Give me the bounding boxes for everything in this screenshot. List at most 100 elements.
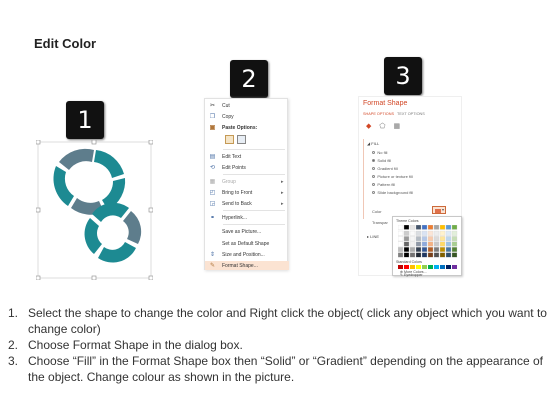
- theme-color-swatch[interactable]: [409, 252, 416, 258]
- paste-keep-source-icon[interactable]: [225, 135, 234, 144]
- tab-text-options[interactable]: TEXT OPTIONS: [397, 112, 425, 116]
- theme-color-swatch[interactable]: [398, 225, 404, 230]
- theme-color-swatch[interactable]: [439, 236, 446, 242]
- theme-color-swatch[interactable]: [433, 225, 440, 230]
- theme-color-swatch[interactable]: [433, 247, 440, 252]
- theme-color-swatch[interactable]: [451, 241, 458, 247]
- theme-color-swatch[interactable]: [403, 241, 410, 247]
- theme-color-swatch[interactable]: [398, 230, 404, 236]
- menu-item-hyperlink[interactable]: ⚭ Hyperlink...: [205, 213, 289, 222]
- menu-item-edit-text[interactable]: ▤ Edit Text: [205, 152, 289, 161]
- theme-color-swatch[interactable]: [445, 236, 452, 242]
- option-no-fill[interactable]: No fill: [372, 150, 387, 155]
- theme-color-swatch[interactable]: [427, 230, 434, 236]
- standard-color-swatch[interactable]: [410, 265, 415, 269]
- theme-color-swatch[interactable]: [433, 241, 440, 247]
- theme-color-swatch[interactable]: [398, 247, 404, 252]
- theme-color-swatch[interactable]: [403, 230, 410, 236]
- standard-color-swatch[interactable]: [416, 265, 421, 269]
- standard-color-swatch[interactable]: [404, 265, 409, 269]
- theme-color-swatch[interactable]: [427, 247, 434, 252]
- standard-color-swatch[interactable]: [440, 265, 445, 269]
- option-pattern-fill[interactable]: Pattern fill: [372, 182, 395, 187]
- circular-arrow-shape[interactable]: [36, 140, 153, 280]
- theme-color-swatch[interactable]: [415, 236, 422, 242]
- theme-color-swatch[interactable]: [409, 230, 416, 236]
- menu-item-size-position[interactable]: ⇕ Size and Position...: [205, 250, 289, 259]
- theme-color-swatch[interactable]: [451, 236, 458, 242]
- menu-item-set-default-shape[interactable]: Set as Default Shape: [205, 239, 289, 248]
- theme-color-swatch[interactable]: [415, 252, 422, 258]
- standard-color-swatch[interactable]: [446, 265, 451, 269]
- fill-section-header[interactable]: ◢ FILL: [367, 141, 379, 146]
- theme-color-swatch[interactable]: [439, 252, 446, 258]
- theme-color-swatch[interactable]: [415, 247, 422, 252]
- theme-color-swatch[interactable]: [451, 252, 458, 258]
- option-slide-background-fill[interactable]: Slide background fill: [372, 190, 413, 195]
- theme-color-swatch[interactable]: [403, 252, 410, 258]
- theme-color-swatch[interactable]: [403, 236, 410, 242]
- effects-icon[interactable]: ⬠: [379, 122, 385, 130]
- menu-item-save-as-picture[interactable]: Save as Picture...: [205, 227, 289, 236]
- menu-item-group[interactable]: ▦ Group ▸: [205, 177, 289, 186]
- line-section-header[interactable]: ▸ LINE: [367, 234, 379, 239]
- theme-color-swatch[interactable]: [451, 247, 458, 252]
- menu-item-send-to-back[interactable]: ◲ Send to Back ▸: [205, 199, 289, 208]
- theme-color-swatch[interactable]: [415, 230, 422, 236]
- theme-color-swatch[interactable]: [421, 252, 428, 258]
- tab-shape-options[interactable]: SHAPE OPTIONS: [363, 112, 394, 116]
- size-properties-icon[interactable]: ▦: [393, 122, 400, 130]
- standard-color-swatch[interactable]: [428, 265, 433, 269]
- theme-color-swatch[interactable]: [445, 230, 452, 236]
- menu-item-edit-points[interactable]: ⟲ Edit Points: [205, 163, 289, 172]
- theme-color-swatch[interactable]: [433, 230, 440, 236]
- theme-color-swatch[interactable]: [427, 241, 434, 247]
- eyedropper-item[interactable]: ✎ Eyedropper: [400, 273, 423, 277]
- theme-color-swatch[interactable]: [409, 247, 416, 252]
- fill-color-button[interactable]: ▾: [432, 206, 446, 214]
- option-solid-fill[interactable]: Solid fill: [372, 158, 391, 163]
- fill-line-icon[interactable]: ◆: [366, 122, 371, 130]
- theme-color-swatch[interactable]: [433, 236, 440, 242]
- theme-color-swatch[interactable]: [415, 241, 422, 247]
- theme-color-swatch[interactable]: [415, 225, 422, 230]
- theme-color-swatch[interactable]: [445, 252, 452, 258]
- theme-color-swatch[interactable]: [421, 225, 428, 230]
- standard-color-swatch[interactable]: [398, 265, 403, 269]
- theme-color-swatch[interactable]: [439, 241, 446, 247]
- menu-item-bring-to-front[interactable]: ◰ Bring to Front ▸: [205, 188, 289, 197]
- menu-item-copy[interactable]: ❐ Copy: [205, 112, 289, 121]
- option-picture-fill[interactable]: Picture or texture fill: [372, 174, 413, 179]
- theme-color-swatch[interactable]: [427, 236, 434, 242]
- theme-color-swatch[interactable]: [445, 241, 452, 247]
- theme-color-swatch[interactable]: [421, 236, 428, 242]
- theme-color-swatch[interactable]: [398, 236, 404, 242]
- theme-color-swatch[interactable]: [451, 230, 458, 236]
- menu-item-cut[interactable]: ✂ Cut: [205, 101, 289, 110]
- theme-color-swatch[interactable]: [439, 225, 446, 230]
- standard-color-row[interactable]: [398, 265, 457, 269]
- paste-picture-icon[interactable]: [237, 135, 246, 144]
- theme-color-grid[interactable]: [398, 225, 458, 259]
- theme-color-swatch[interactable]: [451, 225, 458, 230]
- theme-color-swatch[interactable]: [403, 225, 410, 230]
- option-gradient-fill[interactable]: Gradient fill: [372, 166, 398, 171]
- theme-color-swatch[interactable]: [439, 230, 446, 236]
- theme-color-swatch[interactable]: [421, 230, 428, 236]
- theme-color-swatch[interactable]: [409, 225, 416, 230]
- standard-color-swatch[interactable]: [434, 265, 439, 269]
- theme-color-swatch[interactable]: [421, 247, 428, 252]
- theme-color-swatch[interactable]: [433, 252, 440, 258]
- theme-color-swatch[interactable]: [445, 225, 452, 230]
- theme-color-swatch[interactable]: [445, 247, 452, 252]
- theme-color-swatch[interactable]: [398, 252, 404, 258]
- standard-color-swatch[interactable]: [422, 265, 427, 269]
- theme-color-swatch[interactable]: [403, 247, 410, 252]
- theme-color-swatch[interactable]: [398, 241, 404, 247]
- theme-color-swatch[interactable]: [421, 241, 428, 247]
- standard-color-swatch[interactable]: [452, 265, 457, 269]
- theme-color-swatch[interactable]: [409, 241, 416, 247]
- theme-color-swatch[interactable]: [427, 252, 434, 258]
- theme-color-swatch[interactable]: [427, 225, 434, 230]
- menu-item-format-shape[interactable]: ✎ Format Shape...: [205, 261, 289, 270]
